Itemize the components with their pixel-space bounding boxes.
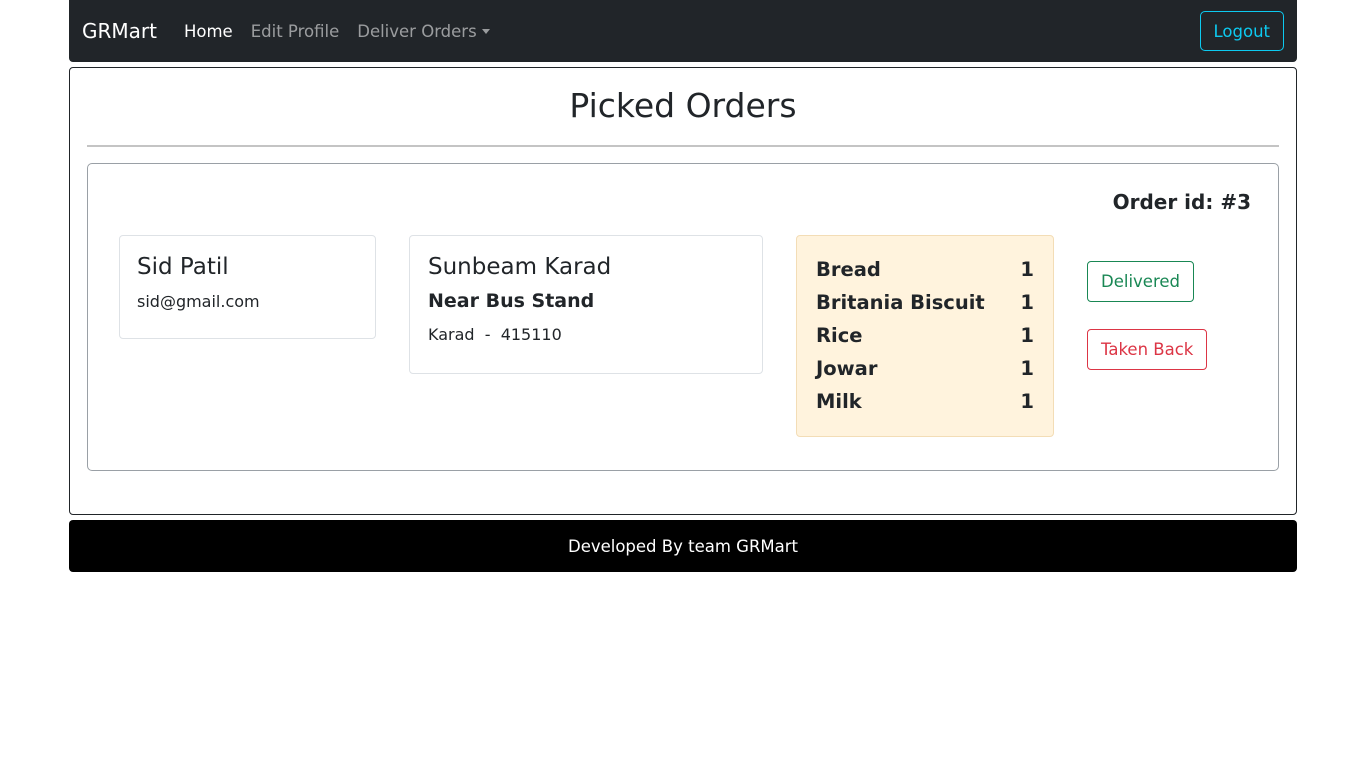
item-qty: 1 bbox=[1020, 324, 1034, 347]
item-row: Jowar 1 bbox=[816, 356, 1034, 389]
address-city-pincode: Karad - 415110 bbox=[428, 325, 744, 344]
item-qty: 1 bbox=[1020, 291, 1034, 314]
brand-logo[interactable]: GRMart bbox=[82, 19, 157, 43]
nav-home[interactable]: Home bbox=[175, 22, 242, 41]
item-qty: 1 bbox=[1020, 258, 1034, 281]
address-card: Sunbeam Karad Near Bus Stand Karad - 415… bbox=[409, 235, 763, 374]
item-name: Milk bbox=[816, 390, 862, 413]
nav-deliver-orders-label: Deliver Orders bbox=[357, 21, 477, 41]
item-qty: 1 bbox=[1020, 390, 1034, 413]
item-row: Britania Biscuit 1 bbox=[816, 290, 1034, 323]
item-qty: 1 bbox=[1020, 357, 1034, 380]
items-card: Bread 1 Britania Biscuit 1 Rice 1 Jowar … bbox=[796, 235, 1054, 437]
nav-edit-profile[interactable]: Edit Profile bbox=[242, 22, 349, 41]
address-line1: Sunbeam Karad bbox=[428, 254, 612, 280]
order-id: Order id: #3 bbox=[1112, 190, 1251, 214]
caret-down-icon bbox=[481, 28, 490, 34]
address-separator: - bbox=[484, 325, 491, 344]
taken-back-button[interactable]: Taken Back bbox=[1087, 329, 1208, 370]
customer-card: Sid Patil sid@gmail.com bbox=[119, 235, 376, 339]
page-title: Picked Orders bbox=[569, 86, 797, 125]
footer: Developed By team GRMart bbox=[69, 520, 1297, 572]
item-name: Bread bbox=[816, 258, 881, 281]
customer-email: sid@gmail.com bbox=[137, 292, 260, 311]
item-row: Milk 1 bbox=[816, 389, 1034, 422]
customer-name: Sid Patil bbox=[137, 254, 229, 280]
address-pincode: 415110 bbox=[500, 325, 562, 344]
item-name: Britania Biscuit bbox=[816, 291, 985, 314]
footer-text: Developed By team GRMart bbox=[567, 536, 799, 556]
item-name: Jowar bbox=[816, 357, 878, 380]
address-line2: Near Bus Stand bbox=[428, 290, 595, 312]
delivered-button[interactable]: Delivered bbox=[1087, 261, 1194, 302]
nav-deliver-orders-dropdown[interactable]: Deliver Orders bbox=[348, 22, 498, 41]
item-name: Rice bbox=[816, 324, 863, 347]
item-row: Rice 1 bbox=[816, 323, 1034, 356]
top-navbar: GRMart Home Edit Profile Deliver Orders … bbox=[69, 0, 1297, 62]
title-divider bbox=[87, 145, 1279, 147]
logout-button[interactable]: Logout bbox=[1199, 11, 1284, 51]
main-container: Picked Orders Order id: #3 Sid Patil sid… bbox=[69, 67, 1297, 515]
order-card: Order id: #3 Sid Patil sid@gmail.com Sun… bbox=[87, 163, 1279, 471]
item-row: Bread 1 bbox=[816, 257, 1034, 290]
address-city: Karad bbox=[428, 325, 475, 344]
